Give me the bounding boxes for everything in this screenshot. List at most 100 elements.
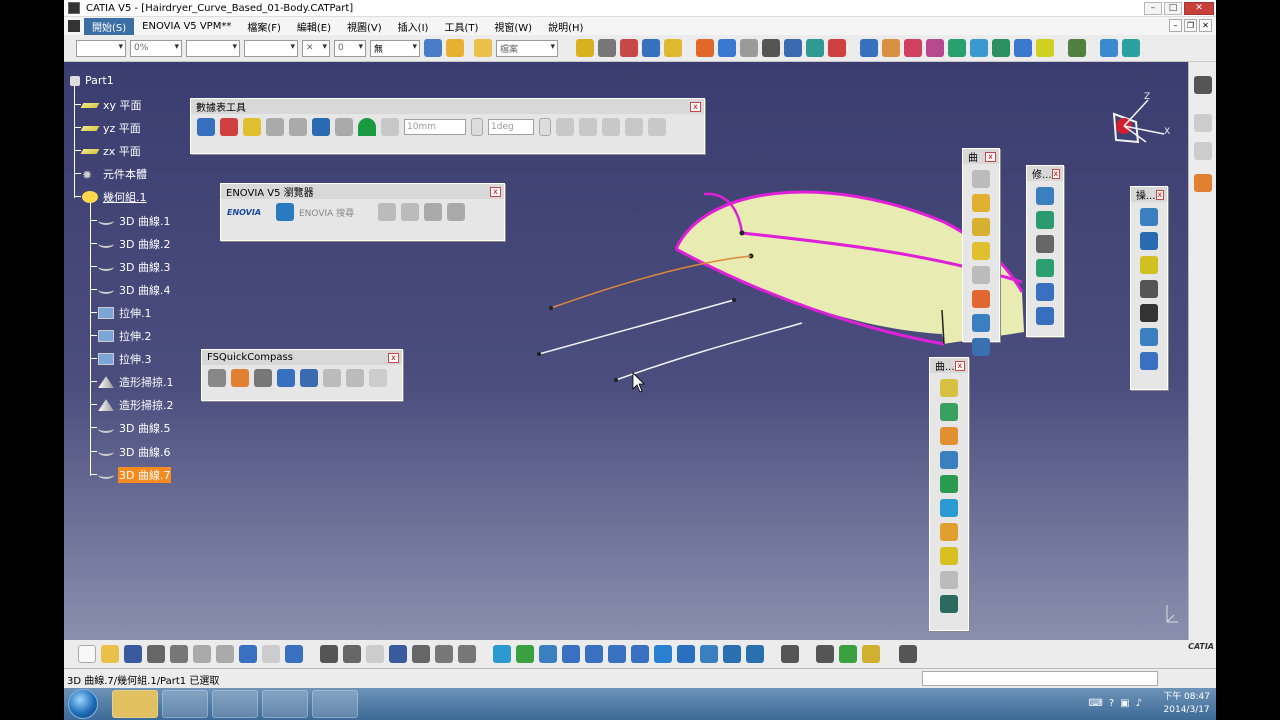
vertex-point[interactable] <box>739 230 745 236</box>
tree-item-2[interactable]: yz 平面 <box>80 120 142 136</box>
compass-axis-icon[interactable] <box>346 369 364 387</box>
compass-axis-icon[interactable] <box>784 39 802 57</box>
tree-item-10[interactable]: 拉伸.1 <box>98 305 153 321</box>
menu-tools[interactable]: 工具(T) <box>436 18 486 35</box>
blend-curve-icon[interactable] <box>972 266 990 284</box>
join-surface-icon[interactable] <box>1140 208 1158 226</box>
angle-step-input[interactable]: 1deg <box>488 119 534 135</box>
doc-close-button[interactable]: ✕ <box>1199 19 1212 32</box>
measure-icon[interactable] <box>828 39 846 57</box>
plane-icon[interactable] <box>312 118 330 136</box>
tangent-icon[interactable] <box>579 118 597 136</box>
select-trap-icon[interactable] <box>1194 142 1212 160</box>
rotate-icon[interactable] <box>562 645 580 663</box>
panel-close-button[interactable]: x <box>954 360 965 371</box>
network-icon[interactable]: ▣ <box>1120 698 1129 709</box>
curve-3d-white-1[interactable] <box>538 299 735 355</box>
styling-fillet-icon[interactable] <box>940 547 958 565</box>
match-surface-icon[interactable] <box>1036 211 1054 229</box>
menu-window[interactable]: 視窗(W) <box>486 18 540 35</box>
compass-rotate-icon[interactable] <box>231 369 249 387</box>
normal-view-icon[interactable] <box>631 645 649 663</box>
panel-close-button[interactable]: x <box>985 151 996 162</box>
translate-icon[interactable] <box>1140 280 1158 298</box>
whats-this-icon[interactable] <box>285 645 303 663</box>
curve-endpoint[interactable] <box>549 306 553 310</box>
point-icon[interactable] <box>1140 256 1158 274</box>
comment-icon[interactable] <box>343 645 361 663</box>
catalog-icon[interactable] <box>458 645 476 663</box>
compass-reset-icon[interactable] <box>254 369 272 387</box>
healing-icon[interactable] <box>1140 232 1158 250</box>
minimize-button[interactable]: – <box>1144 1 1162 15</box>
taskbar-chrome-icon[interactable] <box>162 690 208 718</box>
compass-widget[interactable]: Z X <box>1112 92 1170 144</box>
print-icon[interactable] <box>147 645 165 663</box>
control-points-icon[interactable] <box>1036 187 1054 205</box>
enovia-refresh-icon[interactable] <box>424 203 442 221</box>
compass-move-icon[interactable] <box>208 369 226 387</box>
four-point-patch-icon[interactable] <box>940 427 958 445</box>
shape-icon[interactable] <box>1122 39 1140 57</box>
tree-item-15[interactable]: 3D 曲線.5 <box>98 420 171 436</box>
move-icon[interactable] <box>539 645 557 663</box>
arc-icon[interactable] <box>972 218 990 236</box>
three-point-patch-icon[interactable] <box>940 403 958 421</box>
grid-icon[interactable] <box>598 39 616 57</box>
tree-item-5[interactable]: 幾何組.1 <box>82 189 148 205</box>
tree-item-8[interactable]: 3D 曲線.3 <box>98 259 171 275</box>
cut-icon[interactable] <box>170 645 188 663</box>
command-input[interactable] <box>922 671 1158 686</box>
panel-close-button[interactable]: x <box>1155 189 1164 200</box>
box-icon[interactable] <box>806 39 824 57</box>
car-icon[interactable] <box>642 39 660 57</box>
circle-icon[interactable] <box>972 194 990 212</box>
swap-space-icon[interactable] <box>746 645 764 663</box>
material-icon[interactable] <box>839 645 857 663</box>
layer-combo[interactable]: 0 <box>334 39 366 57</box>
offset-icon[interactable] <box>948 39 966 57</box>
tree-item-6[interactable]: 3D 曲線.1 <box>98 213 171 229</box>
menu-insert[interactable]: 插入(I) <box>390 18 437 35</box>
fillet-icon[interactable] <box>972 290 990 308</box>
compass-lock-icon[interactable] <box>369 369 387 387</box>
angle-spinner[interactable] <box>539 118 551 136</box>
refresh-icon[interactable] <box>740 39 758 57</box>
table-icon[interactable] <box>389 645 407 663</box>
split-icon[interactable] <box>970 39 988 57</box>
line-thickness-combo[interactable] <box>186 39 240 57</box>
line-type-combo[interactable] <box>244 39 298 57</box>
paste-icon[interactable] <box>216 645 234 663</box>
deviation-icon[interactable] <box>381 118 399 136</box>
curve-on-surface-icon[interactable] <box>972 170 990 188</box>
extrapolate-icon[interactable] <box>1036 235 1054 253</box>
menu-help[interactable]: 說明(H) <box>540 18 591 35</box>
geometry-extraction-icon[interactable] <box>940 451 958 469</box>
tree-item-4[interactable]: ✹ 元件本體 <box>82 166 148 182</box>
taskbar-explorer-icon[interactable] <box>112 690 158 718</box>
panel-close-button[interactable]: x <box>388 352 399 363</box>
tree-item-1[interactable]: xy 平面 <box>80 97 143 113</box>
help-icon[interactable] <box>664 39 682 57</box>
snap-point-icon[interactable] <box>220 118 238 136</box>
length-step-input[interactable]: 10mm <box>404 119 466 135</box>
menu-edit[interactable]: 編輯(E) <box>289 18 339 35</box>
separator-icon[interactable] <box>366 645 384 663</box>
taskbar-catia-icon[interactable] <box>212 690 258 718</box>
transform-icon[interactable] <box>1068 39 1086 57</box>
curve-endpoint[interactable] <box>732 298 736 302</box>
axis-icon[interactable] <box>696 39 714 57</box>
manipulator-icon[interactable] <box>289 118 307 136</box>
blend-icon[interactable] <box>904 39 922 57</box>
new-icon[interactable] <box>78 645 96 663</box>
analysis-icon[interactable] <box>1100 39 1118 57</box>
clock[interactable]: 下午 08:47 2014/3/17 <box>1163 691 1210 717</box>
open-icon[interactable] <box>101 645 119 663</box>
extrude-surface-icon[interactable] <box>940 475 958 493</box>
apply-icon[interactable] <box>862 645 880 663</box>
wireframe-icon[interactable] <box>860 39 878 57</box>
pan-icon[interactable] <box>516 645 534 663</box>
3d-viewport[interactable]: Z X Part1 xy 平面 yz 平面 zx 平面 ✹ 元件本體 幾何組.1 3D 曲線.… <box>64 62 1188 640</box>
sketch-pen-icon[interactable] <box>1194 76 1212 94</box>
view-plane-icon[interactable] <box>335 118 353 136</box>
